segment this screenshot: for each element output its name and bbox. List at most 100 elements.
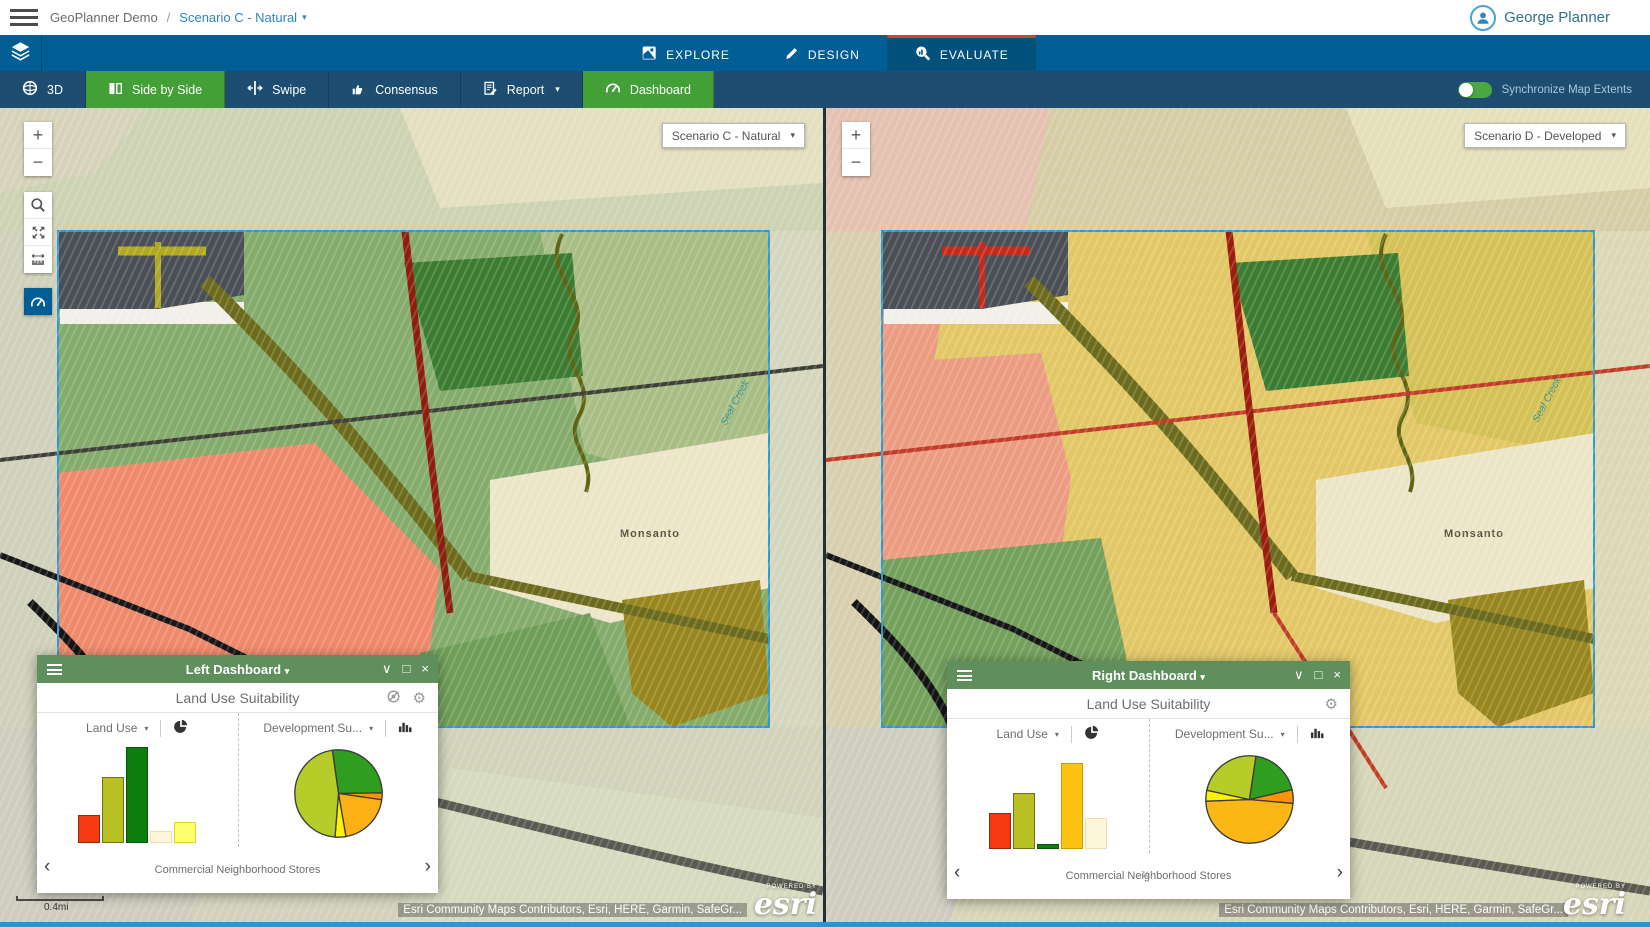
- sync-extents-toggle[interactable]: [1458, 82, 1492, 98]
- layers-button[interactable]: [0, 35, 42, 71]
- 3d-button[interactable]: 3D: [0, 71, 86, 108]
- collapse-button[interactable]: ∨: [382, 661, 392, 677]
- left-scenario-select[interactable]: Scenario C - Natural ▾: [662, 123, 805, 148]
- tab-evaluate-label: EVALUATE: [940, 48, 1009, 62]
- widget-settings-button[interactable]: ⚙: [1325, 695, 1338, 713]
- map-attribution: Esri Community Maps Contributors, Esri, …: [398, 903, 747, 917]
- pie-chart-container: [1158, 749, 1343, 849]
- bar-type-button[interactable]: [398, 719, 413, 737]
- carousel-page-label: Commercial Neighborhood Stores: [37, 847, 438, 893]
- user-menu[interactable]: George Planner: [1470, 0, 1610, 35]
- consensus-button[interactable]: Consensus: [329, 71, 461, 108]
- bar-segment: [989, 813, 1011, 849]
- pie-chart-container: [247, 743, 431, 843]
- bar-chart-icon: [398, 719, 413, 734]
- evaluate-toolbar: 3D Side by Side Swipe Consensus Report ▾…: [0, 71, 1650, 108]
- right-dashboard-header: Right Dashboard ▾ ∨ □ ×: [947, 661, 1350, 689]
- place-label: Monsanto: [620, 528, 680, 540]
- scale-bar-line: [16, 896, 104, 901]
- bar-segment: [1013, 793, 1035, 849]
- eye-slash-icon: [386, 689, 401, 704]
- widget-title: Land Use Suitability: [1087, 696, 1211, 712]
- collapse-button[interactable]: ∨: [1294, 667, 1304, 683]
- carousel-next-button[interactable]: ›: [425, 856, 431, 878]
- caret-down-icon: ▾: [1281, 730, 1285, 739]
- report-label: Report: [507, 83, 545, 97]
- right-scenario-select[interactable]: Scenario D - Developed ▾: [1464, 123, 1626, 148]
- land-use-select[interactable]: Land Use: [997, 727, 1048, 741]
- app-title: GeoPlanner Demo: [50, 10, 158, 25]
- user-avatar-icon: [1470, 5, 1496, 31]
- pie-type-button[interactable]: [1084, 725, 1099, 743]
- caret-down-icon: ▾: [1611, 130, 1616, 141]
- land-use-select[interactable]: Land Use: [86, 721, 137, 735]
- pie-type-button[interactable]: [173, 719, 188, 737]
- left-scenario-label: Scenario C - Natural: [672, 129, 781, 143]
- right-scenario-label: Scenario D - Developed: [1474, 129, 1601, 143]
- chart-slot-land-use: Land Use ▾: [37, 713, 238, 847]
- place-label: Monsanto: [1444, 528, 1504, 540]
- widget-settings-button[interactable]: ⚙: [413, 689, 426, 707]
- expand-extent-button[interactable]: [24, 219, 52, 246]
- side-by-side-button[interactable]: Side by Side: [86, 71, 225, 108]
- carousel-prev-button[interactable]: ‹: [44, 856, 50, 878]
- widget-title-row: Land Use Suitability ⚙: [37, 683, 438, 713]
- carousel-next-button[interactable]: ›: [1337, 862, 1343, 884]
- close-button[interactable]: ×: [1333, 667, 1341, 683]
- dashboard-button[interactable]: Dashboard: [583, 71, 714, 108]
- pie-slice: [332, 749, 382, 793]
- tab-design[interactable]: DESIGN: [757, 35, 887, 71]
- bar-segment: [1037, 844, 1059, 849]
- zoom-in-button[interactable]: +: [842, 122, 870, 149]
- close-button[interactable]: ×: [421, 661, 429, 677]
- report-button[interactable]: Report ▾: [461, 71, 583, 108]
- gauge-icon: [605, 80, 621, 99]
- dashboard-rail-button[interactable]: [24, 288, 52, 315]
- caret-down-icon: ▾: [302, 12, 307, 23]
- maximize-button[interactable]: □: [1315, 667, 1323, 683]
- development-suitability-select[interactable]: Development Su...: [263, 721, 362, 735]
- gauge-icon: [30, 294, 46, 310]
- tab-explore[interactable]: EXPLORE: [614, 35, 757, 71]
- caret-down-icon: ▾: [1200, 672, 1205, 682]
- right-dashboard-panel: Right Dashboard ▾ ∨ □ × Land Use Suitabi…: [947, 661, 1350, 899]
- chart-slot-development-suitability: Development Su... ▾: [1149, 719, 1351, 853]
- right-dashboard-title: Right Dashboard: [1092, 668, 1197, 683]
- development-suitability-select[interactable]: Development Su...: [1175, 727, 1274, 741]
- bar-type-button[interactable]: [1310, 725, 1325, 743]
- search-button[interactable]: [24, 192, 52, 219]
- carousel-prev-button[interactable]: ‹: [954, 862, 960, 884]
- widget-title: Land Use Suitability: [176, 690, 300, 706]
- tab-design-label: DESIGN: [808, 48, 860, 62]
- divider: [160, 720, 161, 737]
- left-dashboard-title-menu[interactable]: Left Dashboard ▾: [37, 662, 438, 677]
- esri-wordmark: esri: [754, 890, 817, 920]
- app-header: GeoPlanner Demo / Scenario C - Natural ▾…: [0, 0, 1650, 35]
- scenario-breadcrumb-menu[interactable]: Scenario C - Natural ▾: [179, 10, 306, 25]
- pie-slice: [295, 750, 339, 837]
- scale-mi-label: 0.4mi: [44, 902, 104, 913]
- maximize-button[interactable]: □: [403, 661, 411, 677]
- tab-evaluate[interactable]: EVALUATE: [887, 35, 1036, 71]
- measure-button[interactable]: [24, 246, 52, 273]
- carousel-back-button[interactable]: «: [1141, 865, 1149, 881]
- map-attribution: Esri Community Maps Contributors, Esri, …: [1219, 903, 1568, 917]
- hamburger-menu-icon[interactable]: [10, 9, 38, 27]
- left-zoom-controls: + −: [24, 122, 52, 176]
- caret-down-icon: ▾: [790, 130, 795, 141]
- right-dashboard-title-menu[interactable]: Right Dashboard ▾: [947, 668, 1350, 683]
- zoom-in-button[interactable]: +: [24, 122, 52, 149]
- left-dashboard-title: Left Dashboard: [186, 662, 281, 677]
- expand-arrows-icon: [31, 225, 46, 240]
- zoom-out-button[interactable]: −: [842, 149, 870, 176]
- tab-explore-label: EXPLORE: [666, 48, 730, 62]
- zoom-out-button[interactable]: −: [24, 149, 52, 176]
- swipe-button[interactable]: Swipe: [225, 71, 329, 108]
- caret-down-icon: ▾: [369, 724, 373, 733]
- left-dashboard-header: Left Dashboard ▾ ∨ □ ×: [37, 655, 438, 683]
- visibility-toggle-button[interactable]: [386, 689, 401, 707]
- bar-chart: [955, 749, 1141, 849]
- chart-slot-development-suitability: Development Su... ▾: [238, 713, 439, 847]
- dashboard-label: Dashboard: [630, 83, 691, 97]
- chart-slot-land-use: Land Use ▾: [947, 719, 1149, 853]
